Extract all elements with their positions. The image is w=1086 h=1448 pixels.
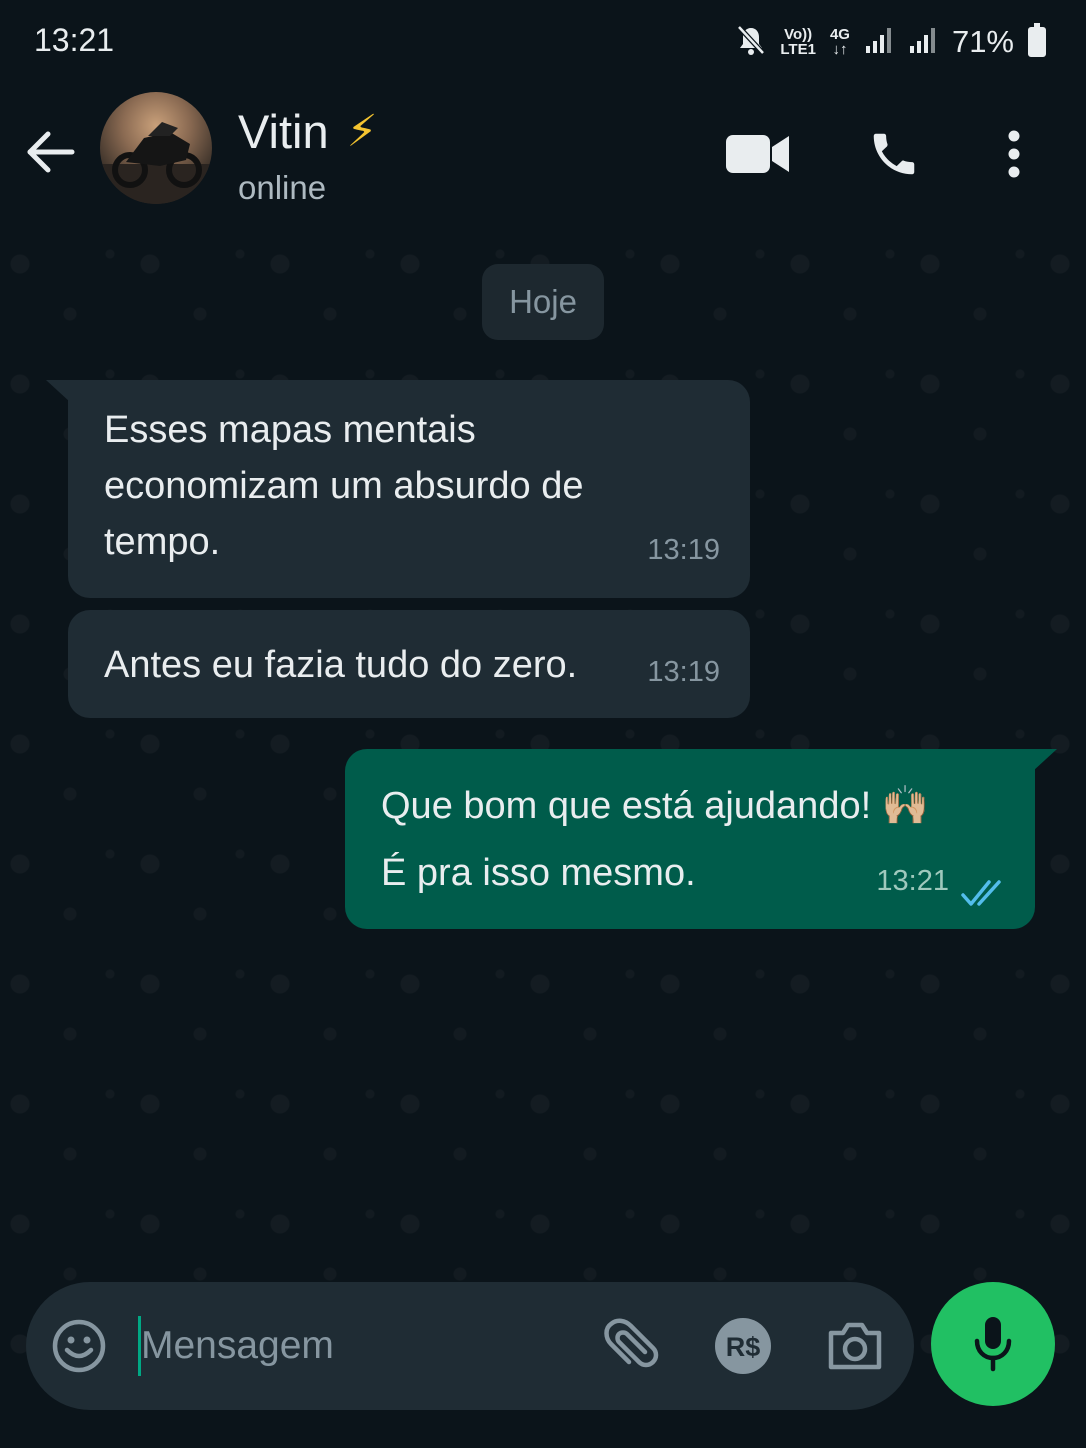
voice-call-button[interactable] — [862, 126, 926, 182]
data-arrows-icon: ↓↑ — [832, 41, 848, 58]
message-input[interactable] — [138, 1316, 578, 1376]
lightning-emoji: ⚡ — [346, 107, 378, 156]
more-vertical-icon — [1008, 130, 1020, 178]
outgoing-message[interactable]: Que bom que está ajudando! 🙌🏼 É pra isso… — [345, 749, 1035, 929]
message-time: 13:19 — [647, 656, 720, 688]
message-line: É pra isso mesmo. — [381, 852, 696, 894]
mute-bell-icon — [736, 24, 766, 61]
message-text: Que bom que está ajudando! 🙌🏼 É pra isso… — [381, 773, 929, 907]
volte-label: Vo)) — [784, 26, 813, 43]
battery-icon — [1028, 23, 1046, 57]
message-line: Que bom que está ajudando! 🙌🏼 — [381, 785, 930, 827]
phone-icon — [873, 133, 915, 175]
contact-name-row: Vitin ⚡ — [238, 104, 378, 159]
bubble-tail — [1033, 749, 1057, 771]
arrow-left-icon — [27, 131, 75, 173]
network-type-label: 4G — [829, 26, 850, 43]
paperclip-icon — [604, 1318, 659, 1368]
camera-icon — [828, 1322, 882, 1370]
message-text: Antes eu fazia tudo do zero. — [104, 644, 578, 686]
message-time: 13:19 — [647, 534, 720, 566]
microphone-icon — [974, 1317, 1012, 1372]
battery-percent: 71% — [951, 24, 1014, 59]
signal-icon — [864, 25, 894, 60]
video-call-button[interactable] — [724, 126, 792, 182]
bubble-tail — [46, 380, 70, 402]
emoji-button[interactable] — [46, 1282, 112, 1410]
lte-label: LTE1 — [780, 41, 816, 58]
volte-indicator: Vo)) LTE1 — [780, 27, 816, 57]
status-indicators: Vo)) LTE1 4G ↓↑ 71% — [736, 22, 1046, 62]
smiley-icon — [52, 1319, 106, 1373]
contact-name: Vitin — [238, 105, 329, 158]
contact-info[interactable]: Vitin ⚡ online — [238, 104, 378, 207]
status-time: 13:21 — [34, 22, 115, 58]
contact-status: online — [238, 169, 327, 206]
message-composer: R$ — [26, 1282, 914, 1410]
motorcycle-photo — [100, 122, 212, 204]
read-ticks-icon — [961, 880, 1001, 906]
avatar[interactable] — [100, 92, 212, 204]
payment-button[interactable]: R$ — [710, 1282, 776, 1410]
currency-real-icon: R$ — [715, 1318, 771, 1374]
incoming-message[interactable]: Esses mapas mentais economizam um absurd… — [68, 380, 750, 598]
video-camera-icon — [726, 135, 789, 173]
camera-button[interactable] — [822, 1282, 888, 1410]
network-type-indicator: 4G ↓↑ — [830, 27, 850, 57]
incoming-message[interactable]: Antes eu fazia tudo do zero. 13:19 — [68, 610, 750, 718]
date-divider: Hoje — [482, 264, 604, 340]
signal-icon — [908, 25, 938, 60]
message-time: 13:21 — [876, 865, 949, 897]
chat-header: Vitin ⚡ online — [0, 84, 1086, 234]
svg-text:R$: R$ — [726, 1332, 761, 1362]
attach-button[interactable] — [598, 1282, 664, 1410]
back-button[interactable] — [22, 124, 78, 180]
status-bar: 13:21 Vo)) LTE1 4G ↓↑ 71% — [0, 0, 1086, 84]
voice-message-button[interactable] — [931, 1282, 1055, 1406]
more-options-button[interactable] — [994, 126, 1034, 182]
message-text: Esses mapas mentais economizam um absurd… — [104, 409, 584, 563]
